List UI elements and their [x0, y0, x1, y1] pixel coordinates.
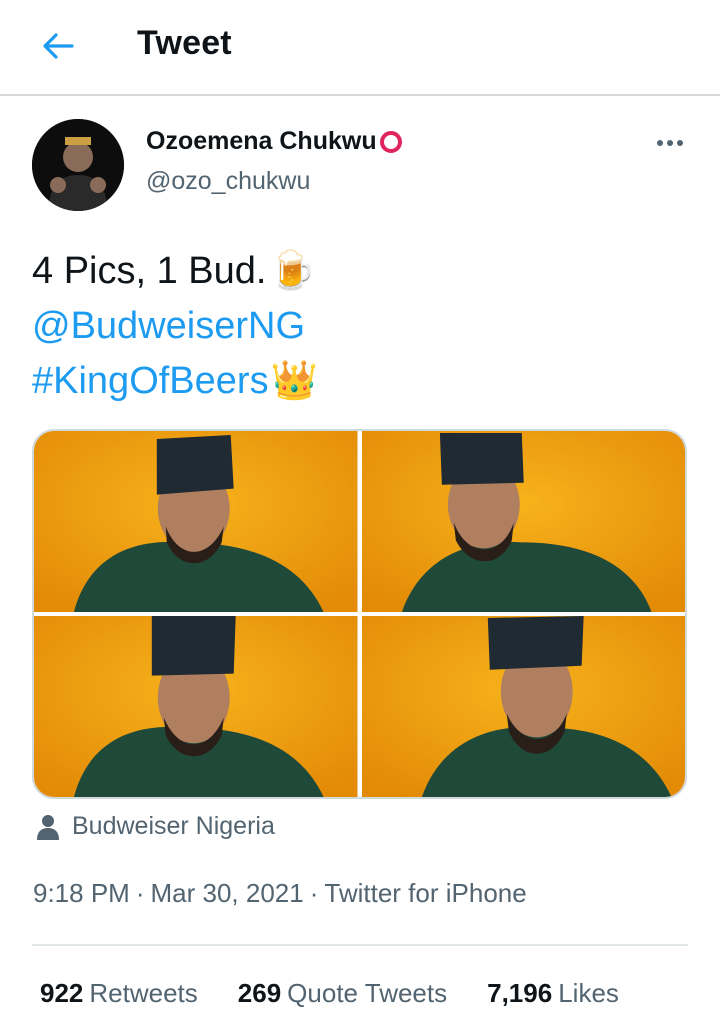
likes-count: 7,196: [487, 978, 553, 1008]
back-button[interactable]: [36, 26, 80, 66]
mention-link[interactable]: @BudweiserNG: [32, 299, 305, 354]
arrow-left-icon: [43, 33, 74, 59]
hashtag-link[interactable]: #KingOfBeers: [32, 354, 269, 409]
tweet-date[interactable]: Mar 30, 2021: [151, 878, 304, 908]
retweets-count: 922: [40, 978, 84, 1008]
likes-stat[interactable]: 7,196 Likes: [487, 978, 619, 1009]
more-dot-icon: [657, 140, 663, 146]
meta-separator: ·: [135, 878, 145, 908]
more-dot-icon: [667, 140, 673, 146]
photo-2[interactable]: [361, 431, 685, 612]
media-grid: [32, 429, 687, 799]
tweet-stats: 922 Retweets 269 Quote Tweets 7,196 Like…: [40, 978, 619, 1009]
tweet-meta: 9:18 PM · Mar 30, 2021 · Twitter for iPhone: [33, 878, 527, 909]
red-ring-icon: [379, 130, 402, 153]
tweet-text: 4 Pics, 1 Bud. 🍺 @BudweiserNG #KingOfBee…: [32, 244, 318, 409]
top-bar: Tweet: [0, 0, 720, 96]
beer-mug-icon: 🍺: [268, 250, 316, 292]
quote-tweets-label: Quote Tweets: [287, 978, 448, 1008]
tagged-user-name: Budweiser Nigeria: [72, 812, 275, 840]
crown-icon: 👑: [270, 360, 318, 402]
tweet-text-line: 4 Pics, 1 Bud.: [32, 250, 267, 292]
meta-separator: ·: [309, 878, 319, 908]
retweets-stat[interactable]: 922 Retweets: [40, 978, 198, 1009]
tweet-time[interactable]: 9:18 PM: [33, 878, 130, 908]
quote-tweets-stat[interactable]: 269 Quote Tweets: [238, 978, 447, 1009]
author-name[interactable]: Ozoemena Chukwu: [146, 127, 402, 156]
person-icon: [37, 814, 59, 840]
photo-1[interactable]: [34, 431, 358, 612]
tweet-source[interactable]: Twitter for iPhone: [324, 878, 526, 908]
quote-tweets-count: 269: [237, 978, 282, 1008]
page-title: Tweet: [137, 24, 232, 62]
avatar[interactable]: [32, 119, 124, 211]
divider: [32, 944, 688, 946]
more-options-button[interactable]: [650, 128, 690, 158]
photo-3[interactable]: [34, 616, 358, 797]
author-name-text: Ozoemena Chukwu: [146, 127, 377, 155]
likes-label: Likes: [558, 978, 619, 1008]
photo-4[interactable]: [361, 616, 685, 797]
more-dot-icon: [677, 140, 683, 146]
retweets-label: Retweets: [89, 978, 198, 1008]
author-handle[interactable]: @ozo_chukwu: [146, 167, 310, 196]
tagged-user[interactable]: Budweiser Nigeria: [36, 812, 275, 841]
